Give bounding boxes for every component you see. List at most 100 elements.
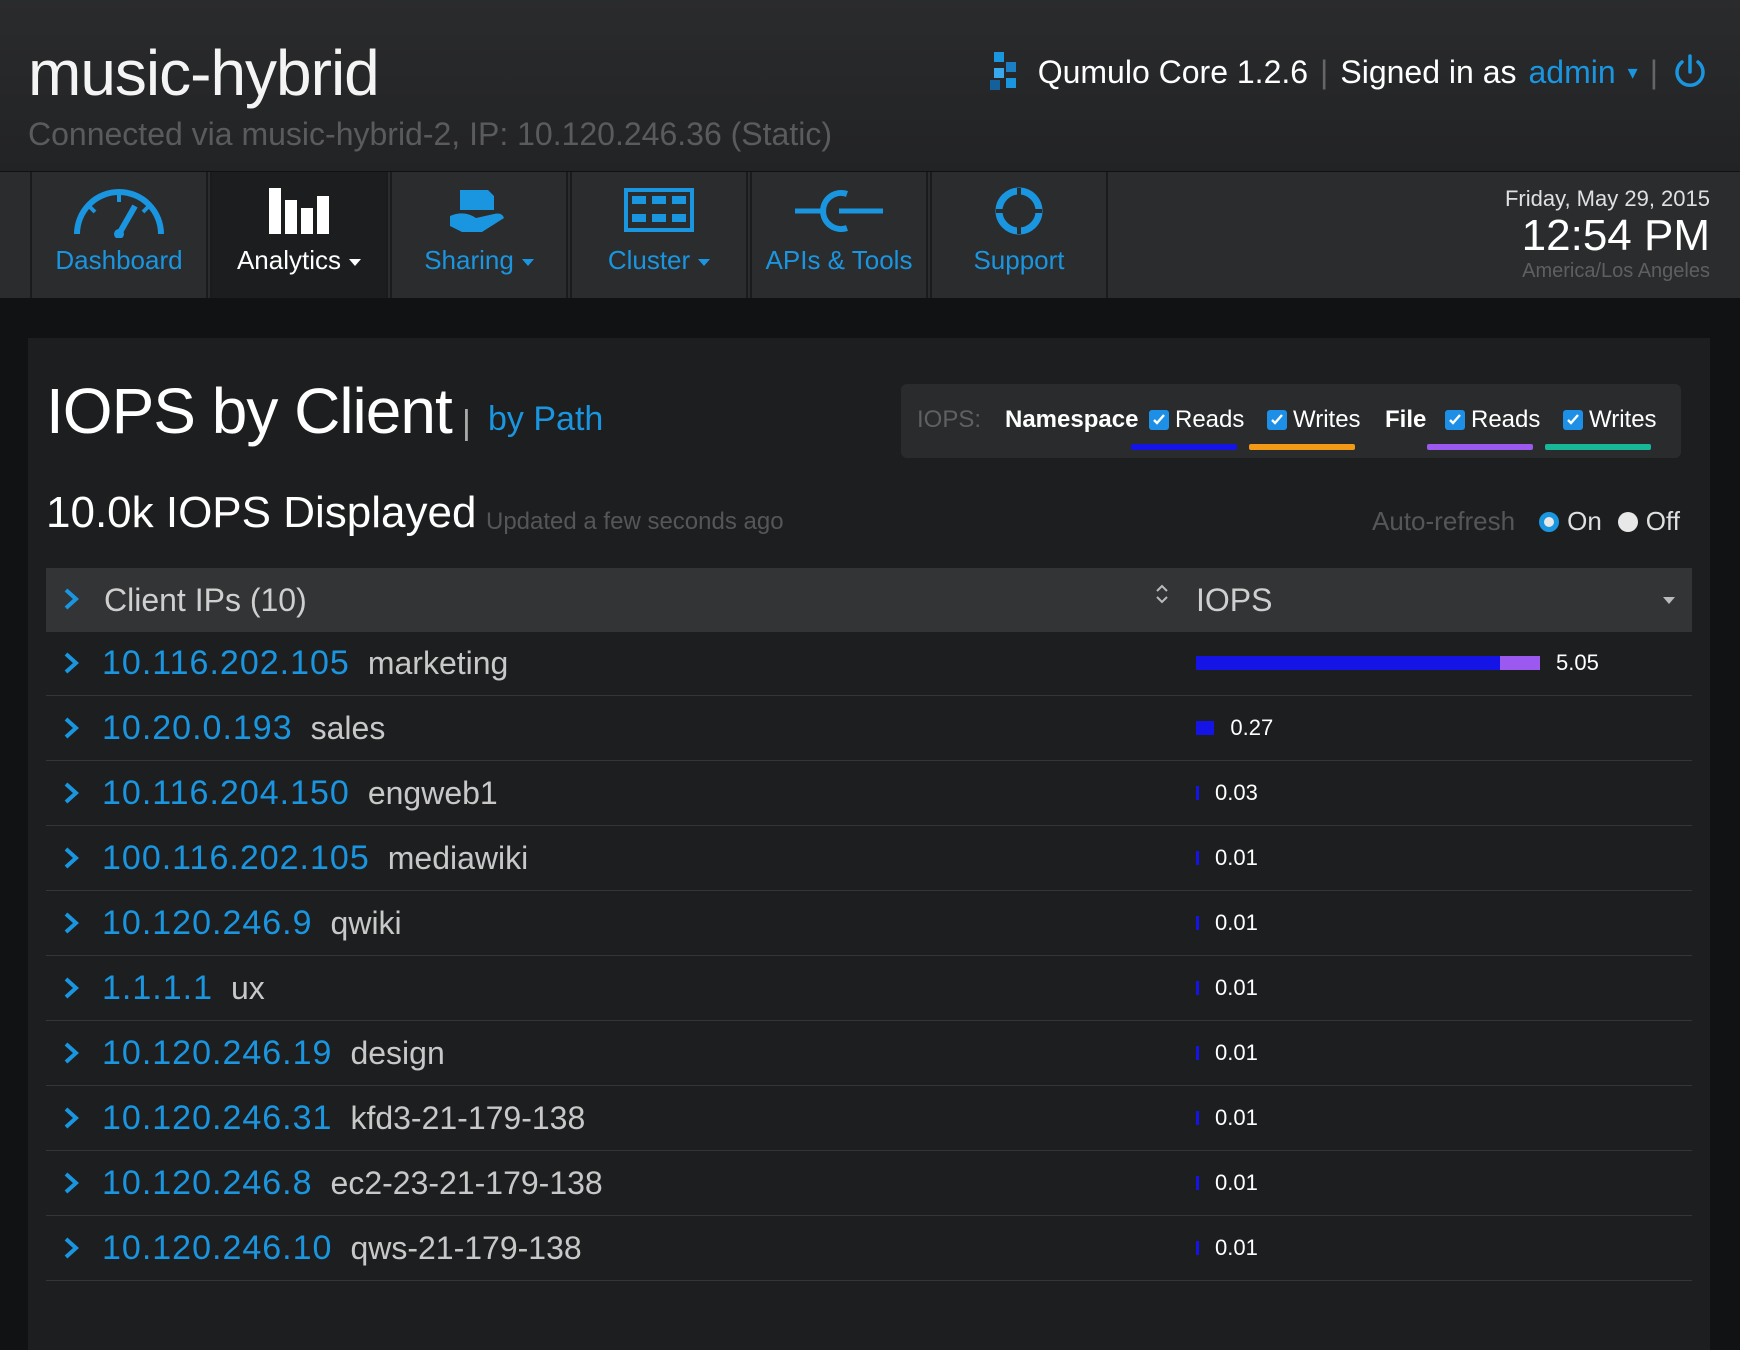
expand-chevron-icon[interactable] — [62, 650, 80, 676]
by-path-link[interactable]: by Path — [488, 400, 603, 439]
nav-tab-sharing[interactable]: Sharing — [390, 172, 568, 298]
expand-chevron-icon[interactable] — [62, 1105, 80, 1131]
client-ip[interactable]: 1.1.1.1 — [102, 969, 213, 1007]
iops-value: 0.27 — [1230, 715, 1274, 740]
client-row[interactable]: 10.120.246.9 qwiki 0.01 — [46, 892, 1692, 956]
column-header-client[interactable]: Client IPs (10) — [104, 582, 307, 619]
client-row[interactable]: 10.116.204.150 engweb1 0.03 — [46, 762, 1692, 826]
clock-date: Friday, May 29, 2015 — [1504, 186, 1710, 211]
bar-chart-icon — [269, 188, 329, 234]
client-ip[interactable]: 10.116.204.150 — [102, 774, 350, 812]
clock: Friday, May 29, 2015 12:54 PM America/Lo… — [1505, 186, 1710, 283]
client-row[interactable]: 10.120.246.8 ec2-23-21-179-138 0.01 — [46, 1152, 1692, 1216]
auto-refresh-on-label[interactable]: On — [1567, 506, 1602, 537]
client-ip-link[interactable]: 10.120.246.31 kfd3-21-179-138 — [102, 1099, 585, 1138]
client-ip[interactable]: 10.120.246.19 — [102, 1034, 332, 1072]
iops-bar-namespace-reads — [1196, 1111, 1199, 1125]
client-row[interactable]: 1.1.1.1 ux 0.01 — [46, 957, 1692, 1021]
expand-chevron-icon[interactable] — [62, 975, 80, 1001]
client-hostname: qwiki — [330, 905, 402, 941]
legend-namespace-reads-toggle[interactable]: Reads — [1149, 406, 1244, 434]
checkbox-checked-icon[interactable] — [1563, 410, 1583, 430]
header-account: Qumulo Core 1.2.6 | Signed in as admin ▾… — [989, 48, 1710, 96]
title-separator: | — [462, 404, 471, 442]
iops-bar: 0.01 — [1196, 1040, 1258, 1065]
client-ip[interactable]: 10.120.246.31 — [102, 1099, 332, 1137]
client-ip-link[interactable]: 10.120.246.9 qwiki — [102, 904, 402, 943]
legend-writes-label: Writes — [1589, 406, 1657, 433]
client-ip[interactable]: 10.120.246.10 — [102, 1229, 332, 1267]
auto-refresh-on-radio[interactable] — [1539, 511, 1560, 532]
expand-chevron-icon[interactable] — [62, 1040, 80, 1066]
client-ip[interactable]: 10.120.246.8 — [102, 1164, 313, 1202]
client-ip-link[interactable]: 100.116.202.105 mediawiki — [102, 839, 528, 878]
iops-value: 0.03 — [1215, 780, 1258, 805]
iops-bar-namespace-reads — [1196, 1241, 1199, 1255]
iops-bar: 0.01 — [1196, 1105, 1258, 1130]
iops-summary: 10.0k IOPS Displayed — [46, 488, 477, 537]
client-ip[interactable]: 10.120.246.9 — [102, 904, 313, 942]
legend-file-reads-swatch — [1427, 444, 1533, 450]
power-icon[interactable] — [1670, 52, 1710, 92]
column-header-iops[interactable]: IOPS — [1196, 582, 1272, 619]
iops-panel: IOPS by Client | by Path IOPS: Namespace… — [28, 338, 1710, 1350]
legend-file-reads-toggle[interactable]: Reads — [1445, 406, 1540, 434]
cluster-name: music-hybrid — [28, 37, 380, 109]
user-menu-caret-icon[interactable]: ▾ — [1628, 60, 1638, 85]
client-ip-link[interactable]: 10.20.0.193 sales — [102, 709, 385, 748]
nav-tab-dashboard[interactable]: Dashboard — [30, 172, 208, 298]
legend-prefix: IOPS: — [917, 406, 982, 433]
client-ip-link[interactable]: 10.120.246.19 design — [102, 1034, 445, 1073]
client-row[interactable]: 100.116.202.105 mediawiki 0.01 — [46, 827, 1692, 891]
client-ip[interactable]: 10.116.202.105 — [102, 644, 350, 682]
client-ip-link[interactable]: 10.116.202.105 marketing — [102, 644, 508, 683]
expand-chevron-icon[interactable] — [62, 715, 80, 741]
checkbox-checked-icon[interactable] — [1445, 410, 1465, 430]
iops-value: 0.01 — [1215, 975, 1258, 1000]
client-ip[interactable]: 10.20.0.193 — [102, 709, 293, 747]
client-hostname: ec2-23-21-179-138 — [330, 1165, 603, 1201]
expand-all-chevron-icon[interactable] — [62, 586, 80, 612]
legend-namespace-label: Namespace — [1005, 406, 1139, 433]
iops-bar: 0.03 — [1196, 780, 1258, 805]
nav-tab-analytics[interactable]: Analytics — [210, 172, 388, 298]
client-hostname: ux — [230, 970, 265, 1006]
expand-chevron-icon[interactable] — [62, 845, 80, 871]
client-ip[interactable]: 100.116.202.105 — [102, 839, 370, 877]
client-row[interactable]: 10.116.202.105 marketing 5.05 — [46, 632, 1692, 696]
iops-value: 0.01 — [1215, 910, 1258, 935]
client-row[interactable]: 10.120.246.19 design 0.01 — [46, 1022, 1692, 1086]
expand-chevron-icon[interactable] — [62, 910, 80, 936]
legend-file-writes-toggle[interactable]: Writes — [1563, 406, 1657, 434]
legend-file-writes-swatch — [1545, 444, 1651, 450]
auto-refresh-off-label[interactable]: Off — [1646, 506, 1680, 537]
client-row[interactable]: 10.120.246.31 kfd3-21-179-138 0.01 — [46, 1087, 1692, 1151]
client-ip-link[interactable]: 10.120.246.10 qws-21-179-138 — [102, 1229, 582, 1268]
iops-bar-namespace-reads — [1196, 786, 1199, 800]
auto-refresh-off-radio[interactable] — [1617, 511, 1638, 532]
client-row[interactable]: 10.20.0.193 sales 0.27 — [46, 697, 1692, 761]
iops-bar-namespace-reads — [1196, 656, 1500, 670]
user-menu[interactable]: admin — [1528, 54, 1615, 91]
auto-refresh-label: Auto-refresh — [1372, 506, 1516, 536]
expand-chevron-icon[interactable] — [62, 1235, 80, 1261]
client-ip-link[interactable]: 10.120.246.8 ec2-23-21-179-138 — [102, 1164, 603, 1203]
iops-bar-namespace-reads — [1196, 916, 1199, 930]
checkbox-checked-icon[interactable] — [1267, 410, 1287, 430]
checkbox-checked-icon[interactable] — [1149, 410, 1169, 430]
nav-tab-cluster[interactable]: Cluster — [570, 172, 748, 298]
table-header: Client IPs (10) IOPS — [46, 568, 1692, 632]
nav-tab-apis-tools[interactable]: APIs & Tools — [750, 172, 928, 298]
client-ip-link[interactable]: 10.116.204.150 engweb1 — [102, 774, 498, 813]
iops-bar-namespace-reads — [1196, 721, 1215, 735]
client-row[interactable]: 10.120.246.10 qws-21-179-138 0.01 — [46, 1217, 1692, 1281]
client-ip-link[interactable]: 1.1.1.1 ux — [102, 969, 265, 1008]
gauge-icon — [74, 189, 164, 238]
chevron-down-icon[interactable] — [1662, 596, 1676, 606]
expand-chevron-icon[interactable] — [62, 780, 80, 806]
plug-icon — [795, 190, 883, 232]
sort-icon[interactable] — [1154, 582, 1170, 606]
nav-tab-support[interactable]: Support — [930, 172, 1108, 298]
legend-namespace-writes-toggle[interactable]: Writes — [1267, 406, 1361, 434]
expand-chevron-icon[interactable] — [62, 1170, 80, 1196]
